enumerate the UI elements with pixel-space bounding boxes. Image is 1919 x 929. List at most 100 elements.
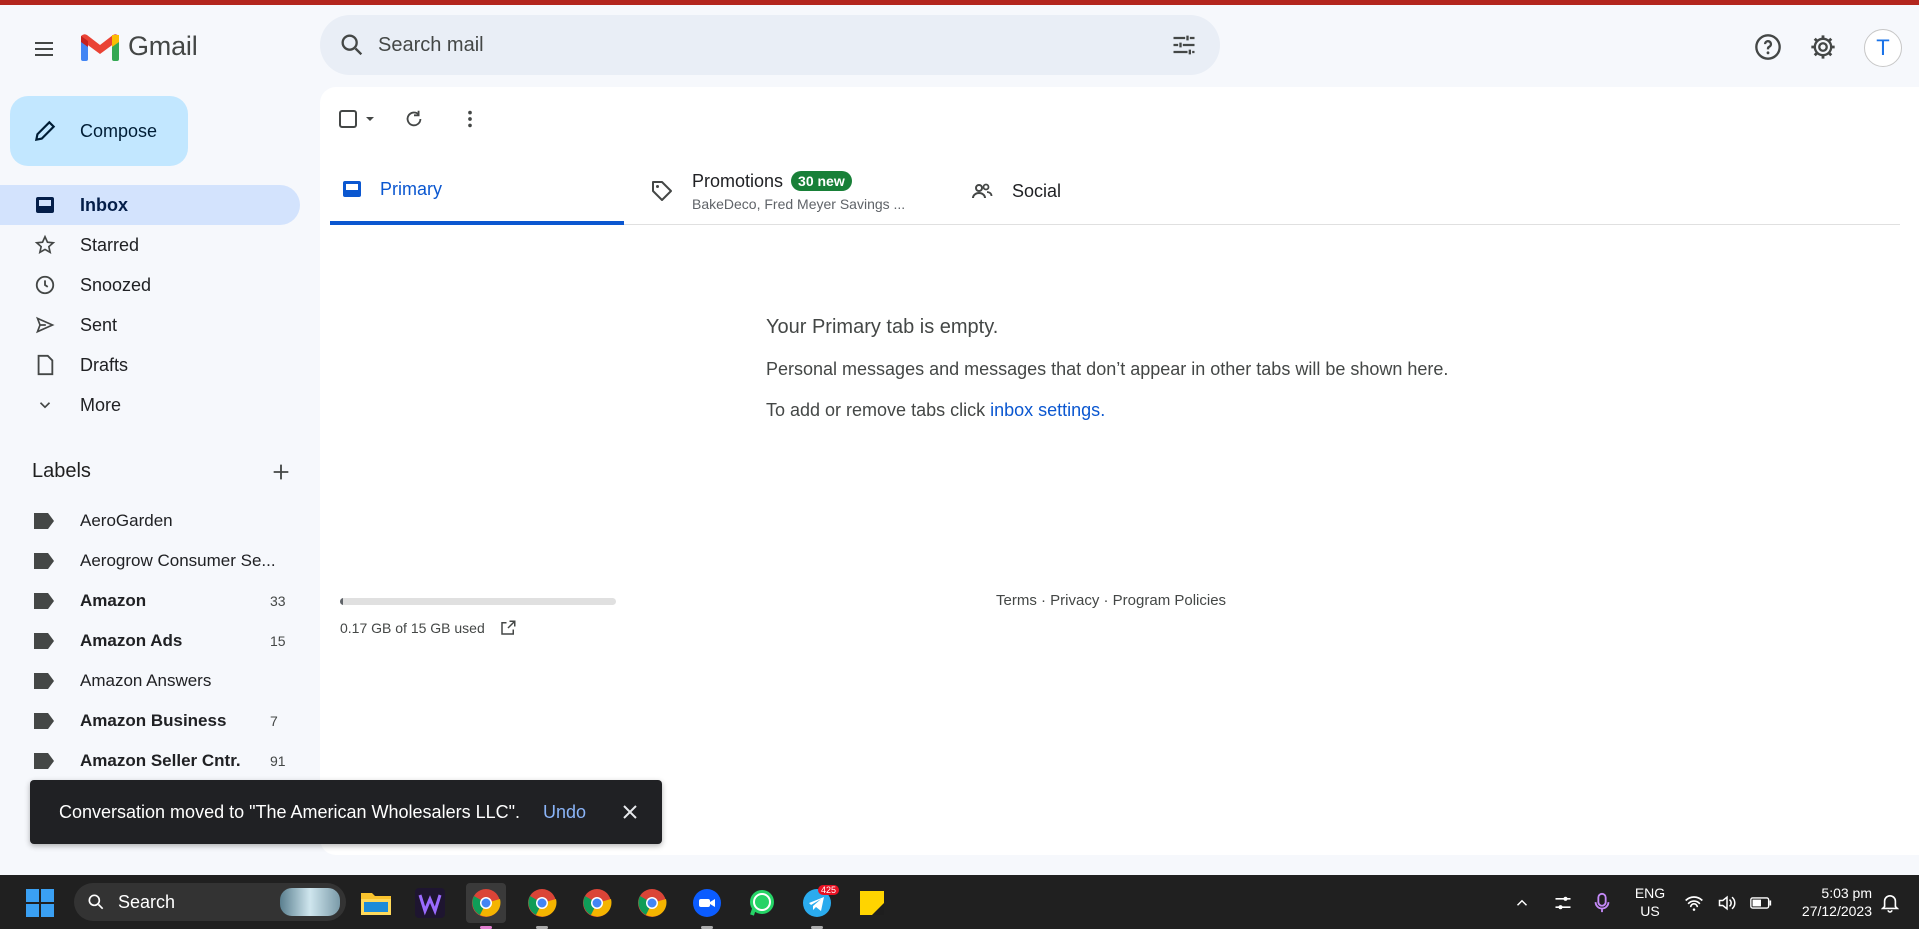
sidebar-item-label: Drafts [80,354,129,375]
caret-down-icon[interactable] [364,113,376,125]
chrome-app-profile-2[interactable] [522,883,562,929]
label-item[interactable]: Amazon Ads 15 [0,621,300,661]
start-button[interactable] [20,883,60,923]
language-code: ENG [1634,885,1666,901]
taskbar-search[interactable]: Search [74,883,346,921]
compose-button[interactable]: Compose [10,96,188,166]
show-hidden-icons-button[interactable] [1502,883,1542,923]
file-explorer-app[interactable] [356,883,396,923]
new-count-badge: 30 new [791,171,852,191]
label-item[interactable]: Amazon Seller Cntr. 91 [0,741,300,781]
label-unread-count: 7 [270,713,278,729]
chrome-app-profile-3[interactable] [577,883,617,923]
network-volume-battery-group[interactable] [1678,883,1778,923]
chrome-icon [583,889,612,917]
sidebar-item-more[interactable]: More [0,385,300,425]
empty-state-title: Your Primary tab is empty. [766,316,999,338]
add-label-icon[interactable] [270,461,292,483]
chrome-icon [638,889,667,917]
sidebar-item-label: Snoozed [80,274,152,295]
telegram-app[interactable]: 425 [797,883,839,929]
refresh-icon [406,110,422,127]
search-options-icon[interactable] [1170,31,1198,59]
sticky-notes-app[interactable] [852,883,892,923]
sidebar-item-inbox[interactable]: Inbox [0,185,300,225]
search-icon[interactable] [338,31,366,59]
labels-title: Labels [32,460,91,482]
hint-suffix: . [1100,400,1106,420]
microphone-button[interactable] [1582,883,1622,923]
w-app[interactable] [410,883,450,923]
snackbar: Conversation moved to "The American Whol… [30,780,662,844]
sticky-notes-icon [860,891,884,915]
tab-label: Social [1012,180,1062,201]
battery-icon [1749,897,1771,909]
pencil-icon [34,120,56,142]
label-item[interactable]: Aerogrow Consumer Se... [0,541,300,581]
clock-icon [34,274,56,296]
clock-time: 5:03 pm [1821,885,1872,901]
label-item[interactable]: AeroGarden [0,501,300,541]
empty-state: Your Primary tab is empty. Personal mess… [766,316,1448,421]
hamburger-icon [35,42,53,56]
snackbar-message: Conversation moved to "The American Whol… [59,801,520,822]
label-name: Amazon Business [80,711,227,730]
checkbox-icon[interactable] [338,109,358,129]
undo-button[interactable]: Undo [543,802,586,823]
sidebar-nav: Inbox Starred Snoozed Sent Drafts More [0,185,300,425]
zoom-app[interactable] [687,883,727,929]
label-tag-icon [34,713,54,729]
search-input[interactable] [378,33,1138,57]
sidebar-item-label: More [80,394,122,415]
main-menu-button[interactable] [24,29,64,69]
zoom-icon [693,889,721,917]
labels-header: Labels [32,460,292,483]
send-icon [34,314,56,336]
bell-icon [1881,895,1899,913]
support-button[interactable] [1746,25,1790,69]
refresh-button[interactable] [396,101,432,137]
label-name: Aerogrow Consumer Se... [80,551,276,570]
gmail-logo[interactable]: Gmail [80,31,198,62]
sidebar-item-snoozed[interactable]: Snoozed [0,265,300,305]
compose-label: Compose [80,120,158,141]
tab-primary[interactable]: Primary [330,157,624,225]
chrome-app-profile-4[interactable] [632,883,672,923]
language-indicator[interactable]: ENG US [1625,884,1675,920]
storage-meter: 0.17 GB of 15 GB used [340,598,616,637]
label-name: Amazon [80,591,147,610]
open-external-icon[interactable] [499,619,517,637]
search-bar[interactable] [320,15,1220,75]
sliders-icon [1555,896,1571,910]
settings-button[interactable] [1801,25,1845,69]
label-unread-count: 33 [270,593,286,609]
sidebar-item-drafts[interactable]: Drafts [0,345,300,385]
w-app-icon [415,888,445,918]
label-item[interactable]: Amazon Business 7 [0,701,300,741]
star-icon [34,234,56,256]
tab-promotions[interactable]: Promotions 30 new BakeDeco, Fred Meyer S… [650,157,950,225]
label-item[interactable]: Amazon Answers [0,661,300,701]
whatsapp-app[interactable] [742,883,782,923]
empty-state-description: Personal messages and messages that don’… [766,359,1449,379]
sidebar-item-label: Sent [80,314,118,335]
labels-list: AeroGarden Aerogrow Consumer Se... Amazo… [0,501,300,781]
chevron-up-icon [1516,899,1528,906]
tag-icon [652,181,672,201]
inbox-icon [343,181,361,197]
more-options-button[interactable] [452,101,488,137]
label-item[interactable]: Amazon 33 [0,581,300,621]
footer-links[interactable]: Terms · Privacy · Program Policies [996,592,1226,609]
sidebar-item-sent[interactable]: Sent [0,305,300,345]
inbox-settings-link[interactable]: inbox settings [990,400,1100,420]
close-icon[interactable] [620,802,640,822]
select-checkbox-dropdown[interactable] [338,109,376,129]
people-icon [972,183,993,199]
account-avatar[interactable]: T [1864,29,1902,67]
tray-settings-icon-button[interactable] [1543,883,1583,923]
sidebar-item-starred[interactable]: Starred [0,225,300,265]
notifications-button[interactable] [1870,883,1910,923]
chrome-app-active[interactable] [466,883,506,929]
clock[interactable]: 5:03 pm 27/12/2023 [1782,884,1872,920]
tab-social[interactable]: Social [970,157,1230,225]
